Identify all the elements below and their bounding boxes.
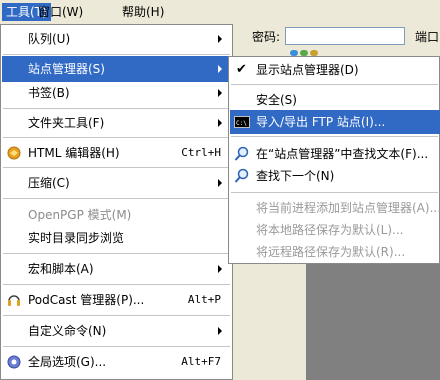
menu-item-label: 书签(B) [28, 86, 70, 100]
password-label: 密码: [252, 30, 281, 44]
menu-item-shortcut: Ctrl+H [181, 146, 221, 159]
menu-item-label: 文件夹工具(F) [28, 116, 105, 130]
submenu-item-find-text[interactable]: 在“站点管理器”中查找文本(F)... [230, 142, 440, 166]
site-manager-submenu: ✔ 显示站点管理器(D) 安全(S) C:\ 导入/导出 FTP 站点(I)..… [228, 56, 440, 264]
menu-item-global-options[interactable]: 全局选项(G)... Alt+F7 [2, 349, 231, 375]
submenu-item-label: 将当前进程添加到站点管理器(A)... [256, 201, 440, 215]
menu-item-label: 全局选项(G)... [28, 355, 107, 369]
find-next-icon [234, 168, 250, 184]
menu-item-site-manager[interactable]: 站点管理器(S) [2, 56, 231, 82]
submenu-item-label: 导入/导出 FTP 站点(I)... [256, 115, 386, 129]
submenu-arrow-icon [218, 119, 222, 127]
menu-window[interactable]: 窗口(W) [34, 3, 87, 21]
submenu-item-security[interactable]: 安全(S) [230, 88, 440, 112]
menu-item-macros-scripts[interactable]: 宏和脚本(A) [2, 256, 231, 282]
submenu-arrow-icon [218, 179, 222, 187]
menu-item-html-editor[interactable]: HTML 编辑器(H) Ctrl+H [2, 140, 231, 166]
podcast-headphones-icon [6, 292, 22, 308]
submenu-arrow-icon [218, 65, 222, 73]
menu-item-sync-browsing[interactable]: 实时目录同步浏览 [2, 225, 231, 251]
menu-separator [3, 198, 230, 199]
menu-item-label: 宏和脚本(A) [28, 262, 94, 276]
submenu-item-show-site-manager[interactable]: ✔ 显示站点管理器(D) [230, 58, 440, 82]
password-input[interactable] [285, 27, 405, 45]
submenu-arrow-icon [218, 265, 222, 273]
menu-item-label: 压缩(C) [28, 176, 70, 190]
find-icon [234, 146, 250, 162]
menu-item-label: 自定义命令(N) [28, 324, 107, 338]
menu-separator [3, 137, 230, 138]
submenu-item-add-session: 将当前进程添加到站点管理器(A)... [230, 196, 440, 220]
menu-item-custom-commands[interactable]: 自定义命令(N) [2, 318, 231, 344]
submenu-arrow-icon [218, 327, 222, 335]
global-options-icon [6, 354, 22, 370]
menu-item-shortcut: Alt+F7 [181, 355, 221, 368]
submenu-item-import-export[interactable]: C:\ 导入/导出 FTP 站点(I)... [230, 110, 440, 134]
port-label: 端口 [415, 30, 440, 44]
submenu-item-label: 在“站点管理器”中查找文本(F)... [256, 147, 429, 161]
command-prompt-icon: C:\ [234, 114, 250, 130]
svg-text:C:\: C:\ [236, 120, 247, 127]
menu-item-label: 站点管理器(S) [28, 62, 105, 76]
menu-item-label: HTML 编辑器(H) [28, 146, 120, 160]
menu-item-shortcut: Alt+P [187, 293, 221, 306]
submenu-item-label: 查找下一个(N) [256, 169, 335, 183]
menu-separator [3, 315, 230, 316]
submenu-item-find-next[interactable]: 查找下一个(N) [230, 164, 440, 188]
menu-separator [3, 284, 230, 285]
check-icon: ✔ [236, 62, 247, 77]
menu-separator [231, 192, 438, 193]
menu-item-label: 队列(U) [28, 32, 71, 46]
menu-separator [231, 136, 438, 137]
menu-separator [3, 108, 230, 109]
menu-item-label: PodCast 管理器(P)... [28, 293, 145, 307]
menu-item-compress[interactable]: 压缩(C) [2, 170, 231, 196]
submenu-arrow-icon [218, 35, 222, 43]
tools-menu: 队列(U) 站点管理器(S) 书签(B) 文件夹工具(F) HTML 编辑器(H… [0, 24, 233, 380]
menu-separator [231, 84, 438, 85]
submenu-arrow-icon [218, 89, 222, 97]
menu-separator [3, 54, 230, 55]
menu-separator [3, 253, 230, 254]
menu-item-queue[interactable]: 队列(U) [2, 26, 231, 52]
submenu-item-label: 安全(S) [256, 93, 297, 107]
menu-separator [3, 346, 230, 347]
submenu-item-save-remote-path: 将远程路径保存为默认(R)... [230, 240, 440, 264]
menu-item-folder-tools[interactable]: 文件夹工具(F) [2, 110, 231, 136]
submenu-item-save-local-path: 将本地路径保存为默认(L)... [230, 218, 440, 242]
submenu-item-label: 将远程路径保存为默认(R)... [256, 245, 406, 259]
menu-item-label: OpenPGP 模式(M) [28, 208, 132, 222]
menu-separator [3, 167, 230, 168]
menu-help[interactable]: 帮助(H) [118, 3, 168, 21]
quick-connect-toolbar: 密码: 端口 [230, 24, 440, 50]
submenu-item-label: 显示站点管理器(D) [256, 63, 359, 77]
menu-item-label: 实时目录同步浏览 [28, 231, 125, 245]
background-panel [306, 260, 440, 380]
menu-item-podcast-manager[interactable]: PodCast 管理器(P)... Alt+P [2, 287, 231, 313]
html-editor-icon [6, 145, 22, 161]
menu-bar: 工具(T) 窗口(W) 帮助(H) [0, 0, 440, 25]
menu-item-bookmarks[interactable]: 书签(B) [2, 80, 231, 106]
submenu-item-label: 将本地路径保存为默认(L)... [256, 223, 404, 237]
